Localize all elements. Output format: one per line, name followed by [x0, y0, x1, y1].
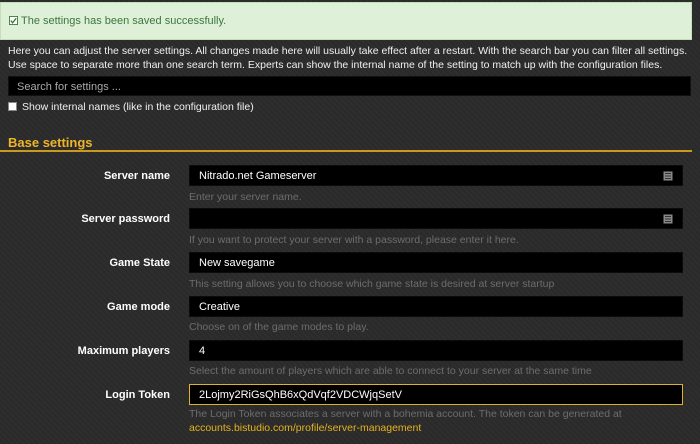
max-players-value: 4: [199, 345, 206, 357]
success-alert: The settings has been saved successfully…: [0, 2, 692, 40]
login-token-label: Login Token: [105, 389, 170, 401]
login-token-value: 2Lojmy2RiGsQhB6xQdVqf2VDCWjqSetV: [199, 389, 402, 401]
server-password-label: Server password: [81, 213, 170, 225]
game-state-help: This setting allows you to choose which …: [189, 278, 555, 290]
server-name-help: Enter your server name.: [189, 191, 302, 203]
game-mode-select[interactable]: Creative: [189, 296, 683, 317]
max-players-help: Select the amount of players which are a…: [189, 365, 592, 377]
game-state-label: Game State: [109, 257, 170, 269]
login-token-help-text: The Login Token associates a server with…: [189, 408, 622, 420]
document-icon[interactable]: [663, 214, 673, 224]
server-name-value: Nitrado.net Gameserver: [199, 170, 317, 182]
game-state-select[interactable]: New savegame: [189, 252, 683, 273]
game-mode-help: Choose on of the game modes to play.: [189, 321, 369, 333]
game-mode-value: Creative: [199, 301, 240, 313]
checkbox-checked-icon: [9, 16, 18, 25]
server-management-link[interactable]: accounts.bistudio.com/profile/server-man…: [189, 422, 421, 434]
game-state-value: New savegame: [199, 257, 275, 269]
show-internal-label: Show internal names (like in the configu…: [22, 101, 254, 113]
intro-text: Here you can adjust the server settings.…: [8, 45, 688, 71]
checkbox-icon[interactable]: [8, 102, 17, 111]
show-internal-names-toggle[interactable]: Show internal names (like in the configu…: [8, 101, 254, 113]
section-divider: [0, 150, 692, 152]
login-token-input[interactable]: 2Lojmy2RiGsQhB6xQdVqf2VDCWjqSetV: [189, 384, 683, 405]
server-password-input[interactable]: [189, 208, 683, 229]
max-players-input[interactable]: 4: [189, 340, 683, 361]
search-placeholder: Search for settings ...: [17, 81, 121, 93]
document-icon[interactable]: [663, 171, 673, 181]
server-name-input[interactable]: Nitrado.net Gameserver: [189, 165, 683, 186]
server-password-help: If you want to protect your server with …: [189, 234, 519, 246]
game-mode-label: Game mode: [107, 301, 170, 313]
max-players-label: Maximum players: [77, 345, 170, 357]
section-title: Base settings: [8, 135, 93, 150]
success-message: The settings has been saved successfully…: [21, 15, 227, 27]
server-name-label: Server name: [103, 170, 170, 182]
search-input[interactable]: Search for settings ...: [8, 76, 691, 96]
login-token-help: The Login Token associates a server with…: [189, 407, 622, 435]
